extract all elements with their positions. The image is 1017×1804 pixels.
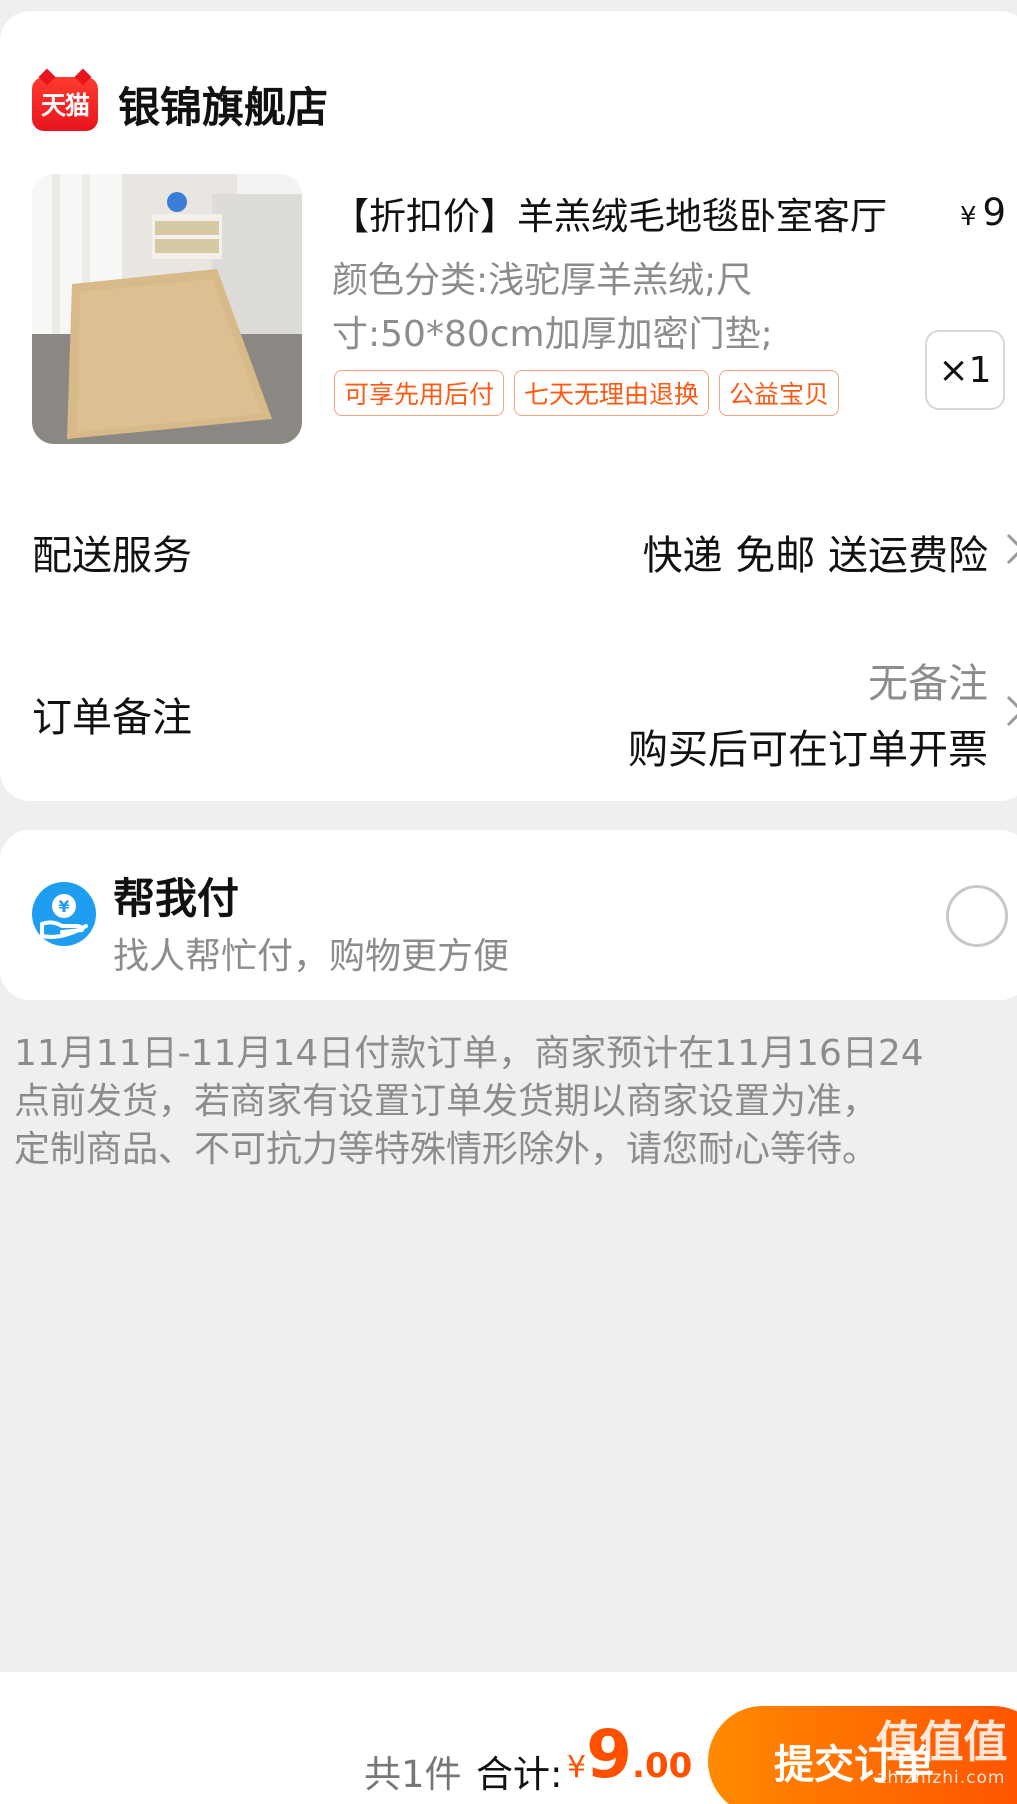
notice-line: 11月11日-11月14日付款订单，商家预计在11月16日24 — [14, 1033, 924, 1074]
watermark: 值值值 zhizhizhi.com — [866, 1717, 1017, 1789]
shop-header[interactable]: 天猫 银锦旗舰店 — [32, 69, 328, 139]
help-pay-card[interactable]: ¥ 帮我付 找人帮忙付，购物更方便 — [0, 830, 1017, 1000]
note-text: 无备注 — [868, 661, 988, 707]
help-pay-radio[interactable] — [946, 885, 1008, 947]
spec-line: 颜色分类:浅驼厚羊羔绒;尺 — [332, 260, 753, 301]
spec-line: 寸:50*80cm加厚加密门垫; — [332, 314, 773, 355]
product-tags: 可享先用后付 七天无理由退换 公益宝贝 — [334, 370, 840, 416]
quantity-stepper[interactable]: ×1 — [925, 330, 1005, 410]
shipping-notice: 11月11日-11月14日付款订单，商家预计在11月16日24 点前发货，若商家… — [14, 1030, 1017, 1174]
order-card: 天猫 银锦旗舰店 【折扣价】羊羔绒毛地毯卧室客厅 ¥9 颜色分类:浅驼厚羊羔绒;… — [0, 11, 1017, 801]
hand-yen-icon: ¥ — [32, 882, 96, 946]
delivery-label: 配送服务 — [32, 533, 192, 579]
delivery-value[interactable]: 快递 免邮 送运费险 — [643, 523, 988, 581]
item-count: 共1件 — [364, 1753, 462, 1796]
total-price: ¥9.00 — [567, 1716, 693, 1793]
product-title[interactable]: 【折扣价】羊羔绒毛地毯卧室客厅 — [332, 186, 972, 240]
watermark-logo: 值值值 — [875, 1717, 1008, 1768]
watermark-url: zhizhizhi.com — [877, 1768, 1006, 1788]
help-pay-title: 帮我付 — [113, 874, 240, 923]
notice-line: 定制商品、不可抗力等特殊情形除外，请您耐心等待。 — [14, 1129, 879, 1170]
shop-name: 银锦旗舰店 — [118, 82, 329, 132]
checkout-page: 天猫 银锦旗舰店 【折扣价】羊羔绒毛地毯卧室客厅 ¥9 颜色分类:浅驼厚羊羔绒;… — [0, 0, 1017, 1804]
chevron-right-icon[interactable] — [1000, 529, 1017, 569]
product-spec[interactable]: 颜色分类:浅驼厚羊羔绒;尺 寸:50*80cm加厚加密门垫; — [332, 254, 852, 362]
chevron-right-icon[interactable] — [1000, 691, 1017, 731]
notice-line: 点前发货，若商家有设置订单发货期以商家设置为准， — [14, 1081, 879, 1122]
checkout-bar: 共1件 合计: ¥9.00 提交订单 — [0, 1672, 1017, 1804]
tag-pay-later: 可享先用后付 — [334, 370, 505, 416]
tag-charity: 公益宝贝 — [719, 370, 840, 416]
invoice-hint: 购买后可在订单开票 — [628, 727, 988, 773]
product-image[interactable] — [32, 174, 302, 444]
order-note-value[interactable]: 无备注 购买后可在订单开票 — [628, 651, 988, 783]
total-label: 合计: — [476, 1753, 563, 1796]
tmall-logo: 天猫 — [32, 77, 98, 131]
tag-seven-day-return: 七天无理由退换 — [514, 370, 710, 416]
order-note-label: 订单备注 — [32, 695, 192, 741]
product-price: ¥9 — [960, 191, 1007, 234]
svg-text:¥: ¥ — [58, 897, 69, 916]
help-pay-subtitle: 找人帮忙付，购物更方便 — [113, 936, 510, 977]
